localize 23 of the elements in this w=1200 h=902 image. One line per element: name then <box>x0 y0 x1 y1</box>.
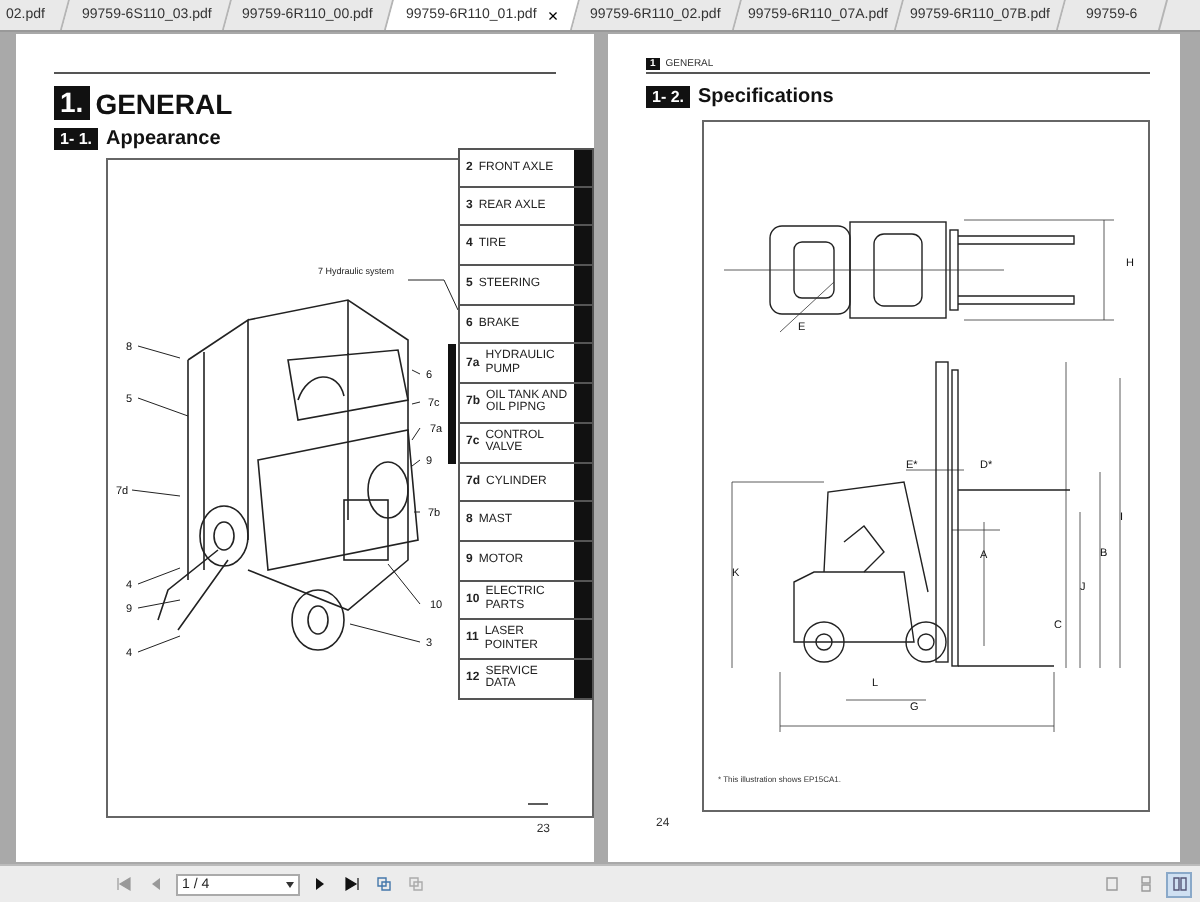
page-layout-icon <box>1137 876 1153 892</box>
copy-page-button[interactable] <box>372 872 396 896</box>
pages-icon <box>376 876 392 892</box>
next-page-icon <box>312 876 328 892</box>
first-page-button[interactable] <box>112 872 136 896</box>
previous-page-icon <box>148 876 164 892</box>
first-page-icon <box>116 876 132 892</box>
dropdown-icon <box>286 881 294 887</box>
section-number: 1- 1. <box>54 128 99 150</box>
chapter-number: 1. <box>54 86 90 120</box>
view-mode-button[interactable] <box>1166 871 1192 897</box>
last-page-icon <box>344 876 360 892</box>
figure-code-mark <box>527 803 549 805</box>
section-number: 1- 2. <box>646 86 691 108</box>
pages-icon <box>408 876 424 892</box>
chapter-title: GENERAL <box>95 87 233 119</box>
page-layout-icon <box>1171 876 1187 892</box>
close-icon[interactable]: × <box>547 5 558 25</box>
page-layout-icon <box>1103 876 1119 892</box>
section-title: Specifications <box>698 86 834 108</box>
last-page-button[interactable] <box>340 872 364 896</box>
section-title: Appearance <box>106 128 221 150</box>
pages-button[interactable] <box>404 872 428 896</box>
